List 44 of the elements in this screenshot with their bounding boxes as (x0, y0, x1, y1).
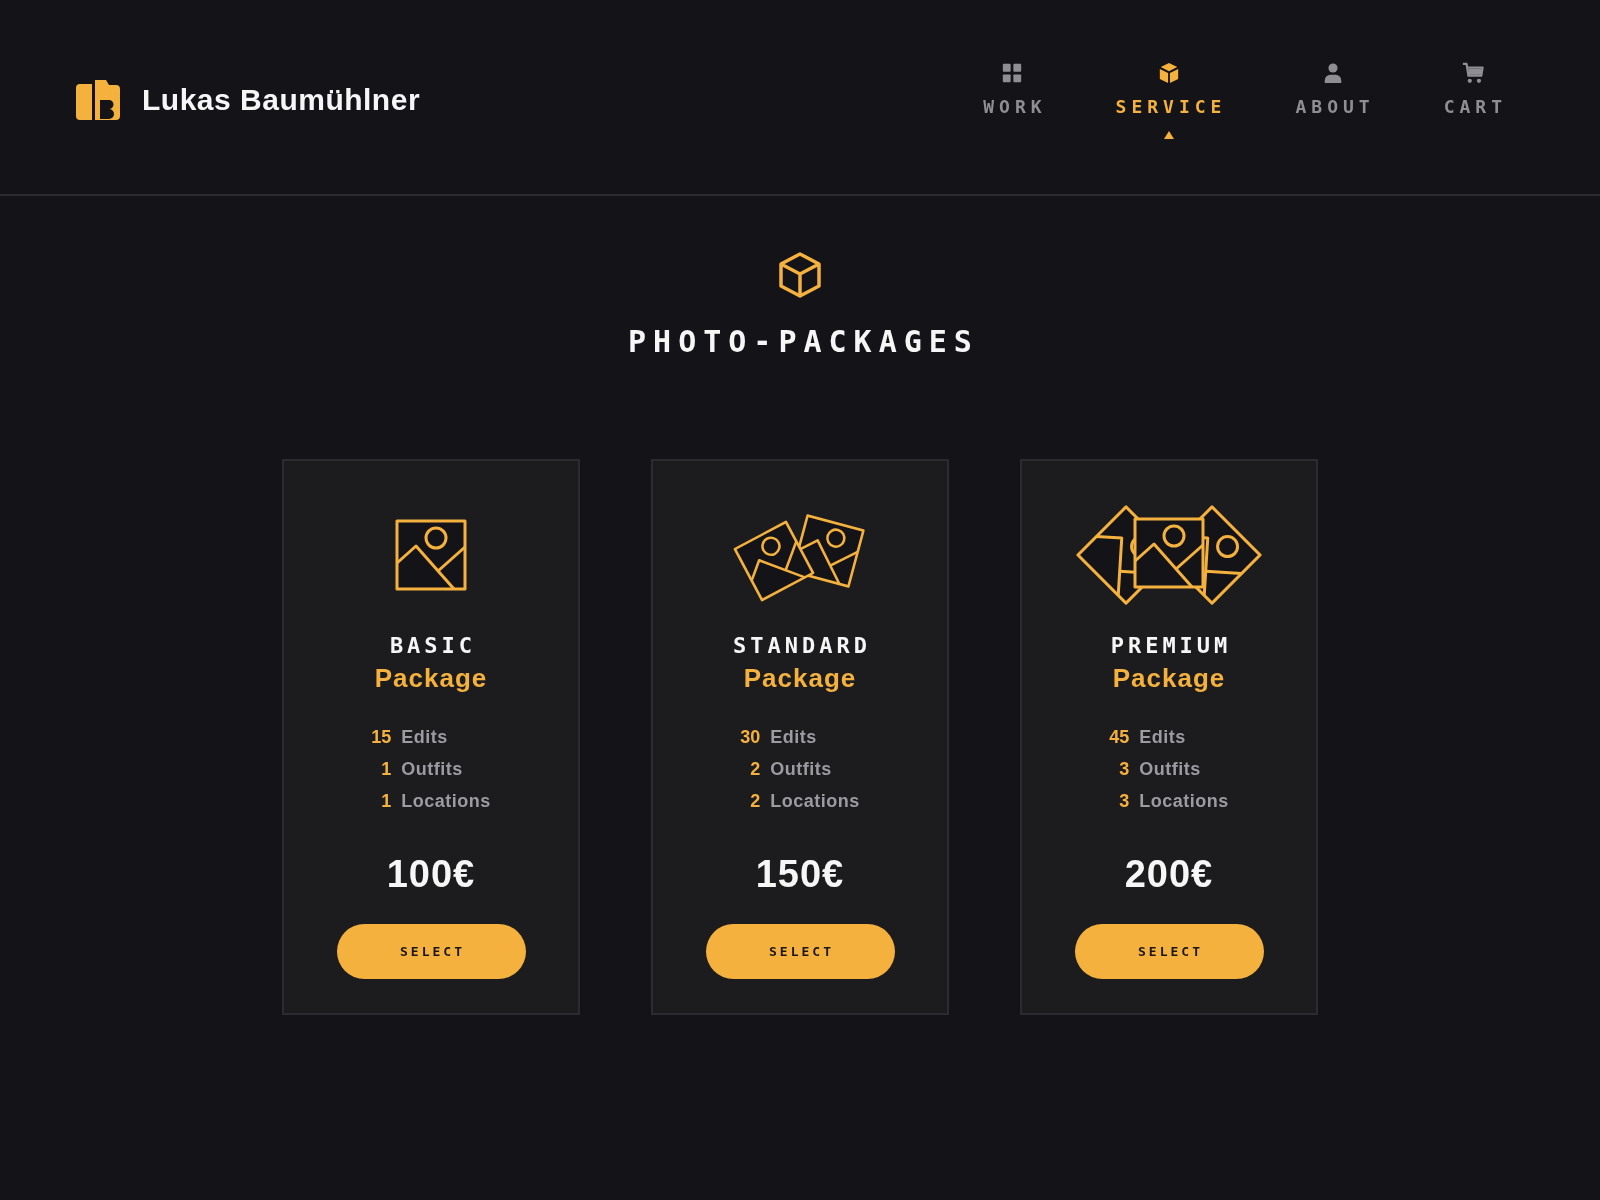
package-name: PREMIUM (1109, 633, 1232, 659)
feature-count: 3 (1119, 790, 1130, 813)
feature-count: 1 (381, 790, 392, 813)
nav-tab[interactable]: SERVICE (1110, 61, 1227, 139)
feature-count: 1 (381, 758, 392, 781)
nav-tab[interactable]: CART (1438, 61, 1507, 117)
package-price: 200€ (1124, 852, 1214, 896)
select-button[interactable]: SELECT (705, 924, 895, 979)
package-subtitle: Package (1112, 663, 1226, 693)
nav-tab[interactable]: WORK (978, 61, 1047, 117)
package-subtitle: Package (743, 663, 857, 693)
logo-icon (76, 80, 120, 120)
feature-label: Edits (770, 726, 817, 749)
package-price: 100€ (386, 852, 476, 896)
cart-icon (1461, 61, 1484, 84)
select-button[interactable]: SELECT (1074, 924, 1264, 979)
feature-label: Edits (401, 726, 448, 749)
section-title: PHOTO-PACKAGES (627, 324, 979, 360)
feature-label: Locations (401, 790, 491, 813)
grid-icon (1001, 61, 1024, 84)
feature-count: 2 (750, 758, 761, 781)
photo-icon (393, 517, 469, 593)
box-icon (778, 252, 822, 298)
three-photos-icon (1075, 503, 1263, 607)
feature-label: Locations (770, 790, 860, 813)
feature-label: Edits (1139, 726, 1186, 749)
feature-count: 3 (1119, 758, 1130, 781)
home-link[interactable]: Lukas Baumühlner (76, 80, 421, 120)
triangle-marker-icon (1163, 130, 1174, 139)
feature-count: 30 (740, 726, 761, 749)
feature-label: Outfits (401, 758, 463, 781)
package-subtitle: Package (374, 663, 488, 693)
package-name: STANDARD (732, 633, 871, 659)
cube-icon (1157, 61, 1180, 84)
package-name: BASIC (388, 633, 477, 659)
feature-count: 45 (1109, 726, 1130, 749)
feature-label: Outfits (1139, 758, 1201, 781)
nav-tab[interactable]: ABOUT (1290, 61, 1375, 117)
feature-count: 15 (371, 726, 392, 749)
feature-count: 2 (750, 790, 761, 813)
select-button[interactable]: SELECT (336, 924, 526, 979)
feature-label: Outfits (770, 758, 832, 781)
feature-label: Locations (1139, 790, 1229, 813)
package-price: 150€ (755, 852, 845, 896)
